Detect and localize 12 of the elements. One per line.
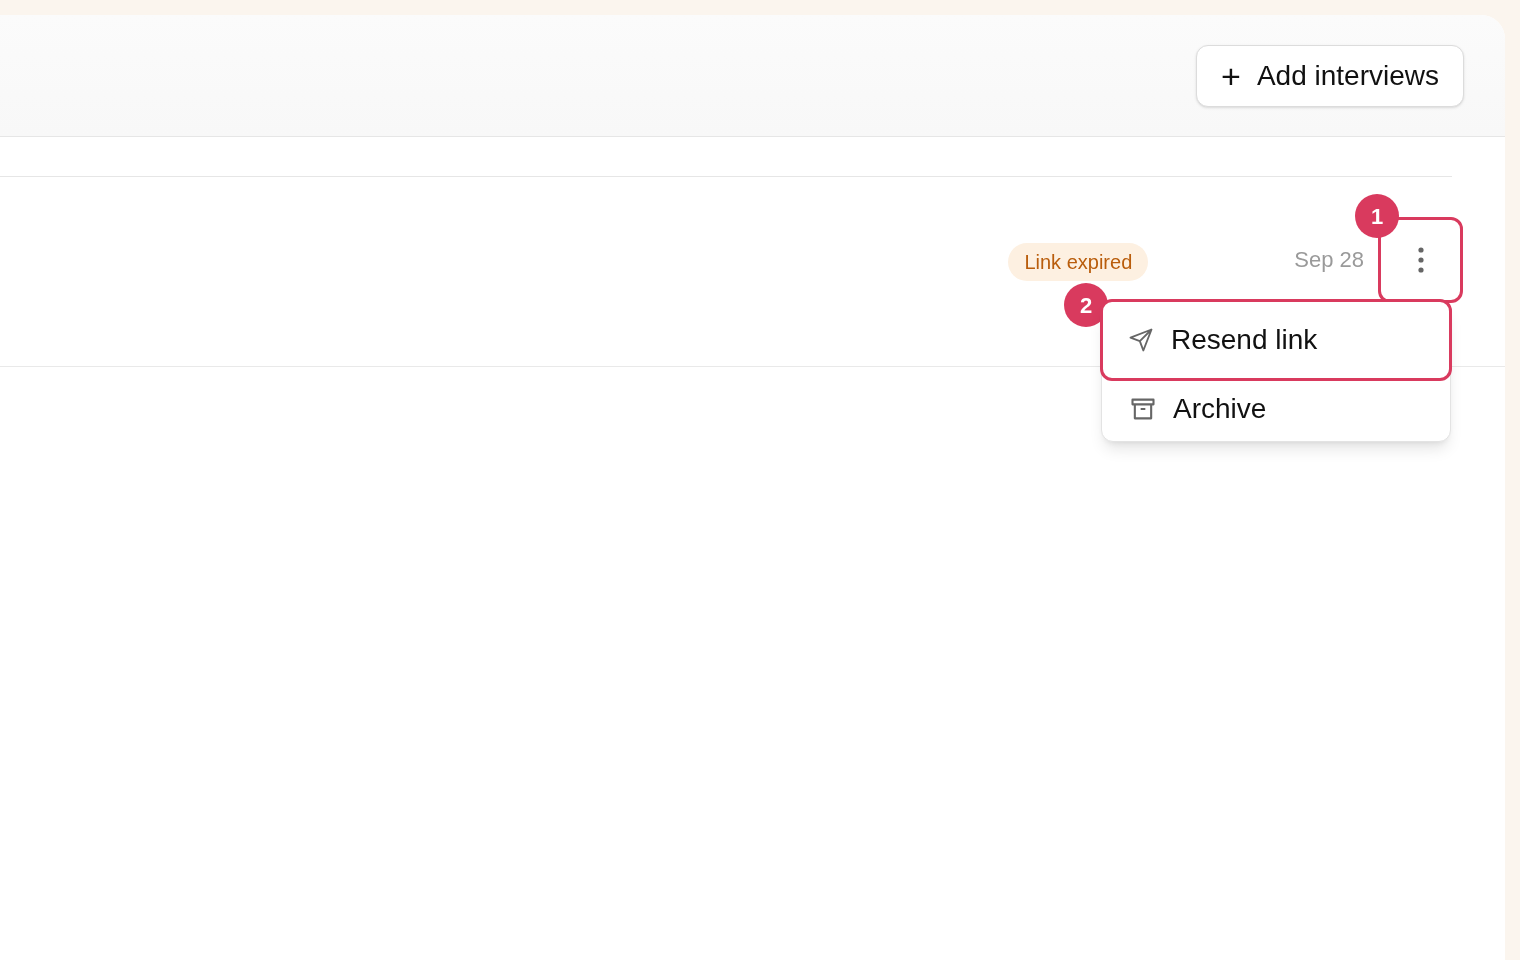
- step-marker: 2: [1064, 283, 1108, 327]
- date-text: Sep 28: [1294, 246, 1364, 274]
- status-badge: Link expired: [1008, 243, 1149, 281]
- menu-item-label: Resend link: [1171, 323, 1318, 357]
- add-interviews-button[interactable]: + Add interviews: [1196, 44, 1464, 107]
- more-icon: [1417, 247, 1424, 273]
- send-icon: [1127, 326, 1155, 354]
- plus-icon: +: [1221, 58, 1241, 93]
- menu-item[interactable]: Resend link: [1100, 299, 1452, 381]
- menu-item[interactable]: Archive: [1102, 381, 1450, 437]
- menu-item-label: Archive: [1173, 392, 1267, 426]
- step-marker: 1: [1355, 194, 1399, 238]
